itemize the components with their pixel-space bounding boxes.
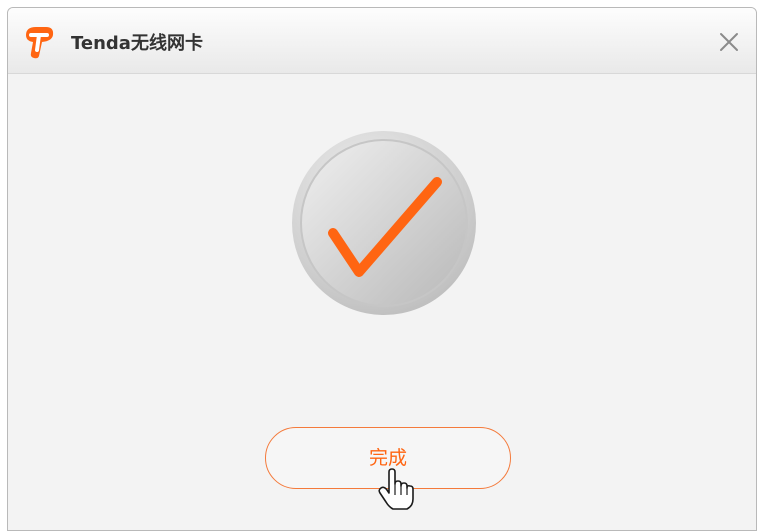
wizard-window: Tenda无线网卡 完成 xyxy=(7,7,757,531)
hand-cursor-icon xyxy=(378,468,414,510)
window-title: Tenda无线网卡 xyxy=(71,33,203,54)
close-icon[interactable] xyxy=(718,31,740,53)
checkmark-success-icon xyxy=(291,130,477,316)
tenda-logo-icon xyxy=(22,25,56,59)
title-bar: Tenda无线网卡 xyxy=(8,8,756,74)
